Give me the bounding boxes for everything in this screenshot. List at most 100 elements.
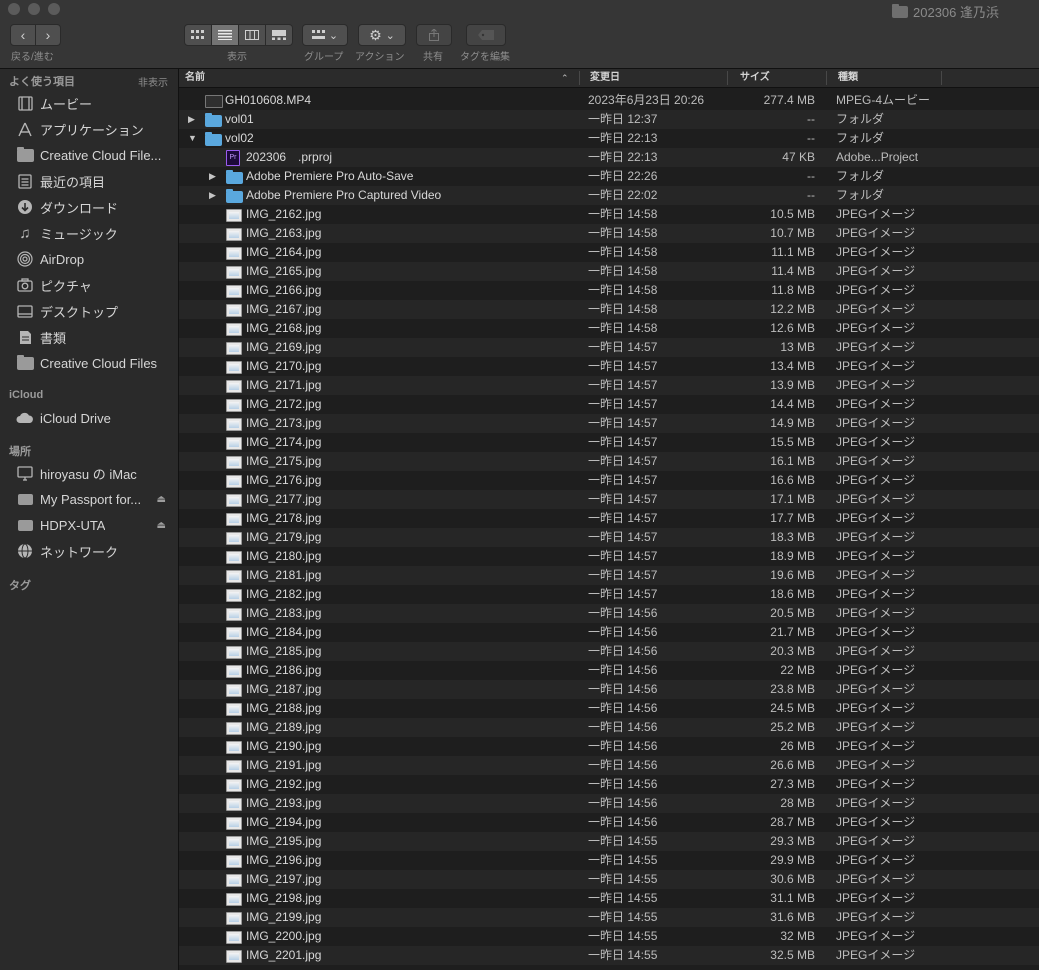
sidebar-item-desktop[interactable]: デスクトップ [16, 301, 172, 321]
hide-favorites-button[interactable]: 非表示 [138, 74, 168, 89]
file-row[interactable]: IMG_2166.jpg 一昨日 14:58 11.8 MB JPEGイメージ [179, 281, 1039, 300]
column-view-button[interactable] [239, 24, 266, 46]
file-row[interactable]: ▶ Adobe Premiere Pro Captured Video 一昨日 22… [179, 186, 1039, 205]
file-row[interactable]: ▼ vol02 一昨日 22:13 -- フォルダ [179, 129, 1039, 148]
file-row[interactable]: IMG_2189.jpg 一昨日 14:56 25.2 MB JPEGイメージ [179, 718, 1039, 737]
file-row[interactable]: IMG_2163.jpg 一昨日 14:58 10.7 MB JPEGイメージ [179, 224, 1039, 243]
file-row[interactable]: IMG_2172.jpg 一昨日 14:57 14.4 MB JPEGイメージ [179, 395, 1039, 414]
group-button[interactable]: ⌄ [302, 24, 348, 46]
column-header-kind[interactable]: 種類 [838, 69, 858, 87]
sidebar-item-icloud-drive[interactable]: iCloud Drive [16, 408, 172, 428]
file-row[interactable]: IMG_2177.jpg 一昨日 14:57 17.1 MB JPEGイメージ [179, 490, 1039, 509]
file-row[interactable]: IMG_2179.jpg 一昨日 14:57 18.3 MB JPEGイメージ [179, 528, 1039, 547]
sidebar-item-creative-cloud-files[interactable]: Creative Cloud Files [16, 353, 172, 373]
file-modified-date: 一昨日 22:13 [588, 150, 658, 164]
column-separator[interactable] [941, 71, 942, 85]
sidebar-item-documents[interactable]: 書類 [16, 327, 172, 347]
sidebar-item-airdrop[interactable]: AirDrop [16, 249, 172, 269]
eject-icon[interactable]: ⏏ [157, 494, 166, 505]
file-row[interactable]: IMG_2181.jpg 一昨日 14:57 19.6 MB JPEGイメージ [179, 566, 1039, 585]
file-row[interactable]: IMG_2190.jpg 一昨日 14:56 26 MB JPEGイメージ [179, 737, 1039, 756]
file-size: 32.5 MB [770, 948, 815, 962]
file-row[interactable]: IMG_2192.jpg 一昨日 14:56 27.3 MB JPEGイメージ [179, 775, 1039, 794]
file-row[interactable]: IMG_2191.jpg 一昨日 14:56 26.6 MB JPEGイメージ [179, 756, 1039, 775]
forward-button[interactable]: › [36, 24, 61, 46]
sidebar-item-movies[interactable]: ムービー [16, 93, 172, 113]
action-button[interactable]: ⚙ ⌄ [358, 24, 406, 46]
eject-icon[interactable]: ⏏ [157, 520, 166, 531]
file-row[interactable]: IMG_2185.jpg 一昨日 14:56 20.3 MB JPEGイメージ [179, 642, 1039, 661]
file-row[interactable]: IMG_2178.jpg 一昨日 14:57 17.7 MB JPEGイメージ [179, 509, 1039, 528]
file-row[interactable]: IMG_2184.jpg 一昨日 14:56 21.7 MB JPEGイメージ [179, 623, 1039, 642]
disclosure-expanded-icon[interactable]: ▼ [188, 129, 198, 148]
sidebar-item-recents[interactable]: 最近の項目 [16, 171, 172, 191]
file-row[interactable]: IMG_2200.jpg 一昨日 14:55 32 MB JPEGイメージ [179, 927, 1039, 946]
file-row[interactable]: IMG_2188.jpg 一昨日 14:56 24.5 MB JPEGイメージ [179, 699, 1039, 718]
file-row[interactable]: IMG_2173.jpg 一昨日 14:57 14.9 MB JPEGイメージ [179, 414, 1039, 433]
file-name: IMG_2180.jpg [246, 549, 322, 563]
file-row[interactable]: IMG_2170.jpg 一昨日 14:57 13.4 MB JPEGイメージ [179, 357, 1039, 376]
list-view-button[interactable] [212, 24, 239, 46]
sidebar-item-hdpx-uta[interactable]: HDPX-UTA ⏏ [16, 515, 172, 535]
file-row[interactable]: IMG_2195.jpg 一昨日 14:55 29.3 MB JPEGイメージ [179, 832, 1039, 851]
jpeg-file-icon [226, 265, 242, 279]
file-row[interactable]: IMG_2182.jpg 一昨日 14:57 18.6 MB JPEGイメージ [179, 585, 1039, 604]
sidebar-item-downloads[interactable]: ダウンロード [16, 197, 172, 217]
gallery-icon [272, 30, 286, 40]
column-separator[interactable] [579, 71, 580, 85]
sidebar-item-my-passport[interactable]: My Passport for... ⏏ [16, 489, 172, 509]
file-row[interactable]: IMG_2180.jpg 一昨日 14:57 18.9 MB JPEGイメージ [179, 547, 1039, 566]
file-row[interactable]: IMG_2199.jpg 一昨日 14:55 31.6 MB JPEGイメージ [179, 908, 1039, 927]
disclosure-collapsed-icon[interactable]: ▶ [209, 167, 219, 186]
file-row[interactable]: IMG_2187.jpg 一昨日 14:56 23.8 MB JPEGイメージ [179, 680, 1039, 699]
column-separator[interactable] [826, 71, 827, 85]
minimize-window-button[interactable] [28, 3, 40, 15]
file-row[interactable]: GH010608.MP4 2023年6月23日 20:26 277.4 MB MPEG… [179, 91, 1039, 110]
file-name: IMG_2174.jpg [246, 435, 322, 449]
share-button[interactable] [416, 24, 452, 46]
gallery-view-button[interactable] [266, 24, 293, 46]
close-window-button[interactable] [8, 3, 20, 15]
file-row[interactable]: IMG_2197.jpg 一昨日 14:55 30.6 MB JPEGイメージ [179, 870, 1039, 889]
file-size: 15.5 MB [770, 435, 815, 449]
column-header-name[interactable]: 名前 [185, 69, 205, 87]
file-modified-date: 一昨日 14:58 [588, 207, 658, 221]
sidebar-item-applications[interactable]: アプリケーション [16, 119, 172, 139]
column-header-size[interactable]: サイズ [740, 69, 770, 87]
file-row[interactable]: ▶ Adobe Premiere Pro Auto-Save 一昨日 22:26 --… [179, 167, 1039, 186]
file-row[interactable]: IMG_2169.jpg 一昨日 14:57 13 MB JPEGイメージ [179, 338, 1039, 357]
sidebar-item-creative-cloud-file[interactable]: Creative Cloud File... [16, 145, 172, 165]
back-button[interactable]: ‹ [10, 24, 36, 46]
file-row[interactable]: IMG_2162.jpg 一昨日 14:58 10.5 MB JPEGイメージ [179, 205, 1039, 224]
file-row[interactable]: IMG_2196.jpg 一昨日 14:55 29.9 MB JPEGイメージ [179, 851, 1039, 870]
sidebar-item-pictures[interactable]: ピクチャ [16, 275, 172, 295]
sidebar-item-imac[interactable]: hiroyasu の iMac [16, 463, 172, 483]
disclosure-collapsed-icon[interactable]: ▶ [209, 186, 219, 205]
zoom-window-button[interactable] [48, 3, 60, 15]
edit-tags-button[interactable] [466, 24, 506, 46]
file-row[interactable]: IMG_2168.jpg 一昨日 14:58 12.6 MB JPEGイメージ [179, 319, 1039, 338]
file-row[interactable]: IMG_2193.jpg 一昨日 14:56 28 MB JPEGイメージ [179, 794, 1039, 813]
file-row[interactable]: IMG_2176.jpg 一昨日 14:57 16.6 MB JPEGイメージ [179, 471, 1039, 490]
file-size: -- [807, 112, 815, 126]
column-separator[interactable] [727, 71, 728, 85]
file-row[interactable]: IMG_2186.jpg 一昨日 14:56 22 MB JPEGイメージ [179, 661, 1039, 680]
file-row[interactable]: IMG_2183.jpg 一昨日 14:56 20.5 MB JPEGイメージ [179, 604, 1039, 623]
file-row[interactable]: Pr 202306 .prproj 一昨日 22:13 47 KB Adobe...Pr… [179, 148, 1039, 167]
sidebar-item-music[interactable]: ♫ ミュージック [16, 223, 172, 243]
file-row[interactable]: IMG_2164.jpg 一昨日 14:58 11.1 MB JPEGイメージ [179, 243, 1039, 262]
file-row[interactable]: ▶ vol01 一昨日 12:37 -- フォルダ [179, 110, 1039, 129]
column-header-modified[interactable]: 変更日 [590, 69, 620, 87]
file-row[interactable]: IMG_2171.jpg 一昨日 14:57 13.9 MB JPEGイメージ [179, 376, 1039, 395]
file-row[interactable]: IMG_2165.jpg 一昨日 14:58 11.4 MB JPEGイメージ [179, 262, 1039, 281]
file-row[interactable]: IMG_2201.jpg 一昨日 14:55 32.5 MB JPEGイメージ [179, 946, 1039, 965]
file-row[interactable]: IMG_2174.jpg 一昨日 14:57 15.5 MB JPEGイメージ [179, 433, 1039, 452]
group-grid-icon [311, 30, 325, 39]
file-row[interactable]: IMG_2194.jpg 一昨日 14:56 28.7 MB JPEGイメージ [179, 813, 1039, 832]
icon-view-button[interactable] [184, 24, 212, 46]
disclosure-collapsed-icon[interactable]: ▶ [188, 110, 198, 129]
sidebar-item-network[interactable]: ネットワーク [16, 541, 172, 561]
file-row[interactable]: IMG_2167.jpg 一昨日 14:58 12.2 MB JPEGイメージ [179, 300, 1039, 319]
file-row[interactable]: IMG_2175.jpg 一昨日 14:57 16.1 MB JPEGイメージ [179, 452, 1039, 471]
file-row[interactable]: IMG_2198.jpg 一昨日 14:55 31.1 MB JPEGイメージ [179, 889, 1039, 908]
